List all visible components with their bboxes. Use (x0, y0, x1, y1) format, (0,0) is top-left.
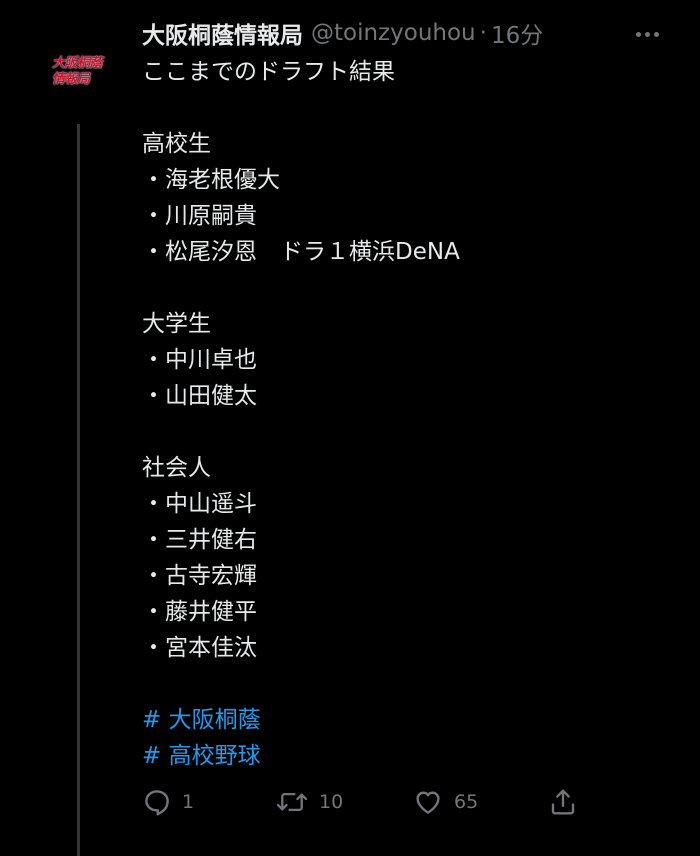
thread-line (77, 124, 80, 856)
reply-button[interactable]: 1 (142, 784, 194, 820)
player-item: ・藤井健平 (142, 599, 257, 625)
hashtag-link[interactable]: # 高校野球 (142, 738, 682, 774)
retweet-button[interactable]: 10 (275, 784, 343, 820)
reply-icon (145, 790, 169, 816)
section-heading: 社会人 (142, 455, 211, 481)
more-options-icon[interactable] (636, 24, 670, 44)
hashtag-link[interactable]: # 大阪桐蔭 (142, 702, 682, 738)
share-icon (551, 789, 575, 815)
section-heading: 大学生 (142, 311, 211, 337)
share-button[interactable] (548, 784, 578, 820)
tweet-body: ここまでのドラフト結果 高校生 ・海老根優大 ・川原嗣貴 ・松尾汐恩 ドラ１横浜… (142, 54, 682, 774)
separator-dot: · (479, 20, 487, 46)
player-item: ・松尾汐恩 ドラ１横浜DeNA (142, 239, 460, 265)
timestamp[interactable]: 16分 (491, 16, 543, 50)
player-item: ・海老根優大 (142, 167, 280, 193)
display-name[interactable]: 大阪桐蔭情報局 (142, 16, 303, 50)
player-item: ・川原嗣貴 (142, 203, 257, 229)
tweet-header: 大阪桐蔭情報局 @toinzyouhou · 16分 (142, 16, 543, 50)
player-item: ・中山遥斗 (142, 491, 257, 517)
avatar-logo-text-2: 情報局 (52, 72, 90, 87)
reply-count: 1 (182, 791, 195, 813)
player-item: ・宮本佳汰 (142, 635, 257, 661)
retweet-icon (276, 792, 308, 812)
like-button[interactable]: 65 (412, 784, 478, 820)
player-item: ・三井健右 (142, 527, 257, 553)
player-item: ・古寺宏輝 (142, 563, 257, 589)
section-heading: 高校生 (142, 131, 211, 157)
player-item: ・山田健太 (142, 383, 257, 409)
avatar[interactable]: 大阪桐蔭 情報局 (44, 48, 122, 90)
like-count: 65 (454, 791, 479, 813)
heart-icon (416, 791, 440, 814)
tweet-intro: ここまでのドラフト結果 (142, 59, 395, 85)
retweet-count: 10 (319, 791, 344, 813)
user-handle[interactable]: @toinzyouhou (311, 20, 476, 46)
player-item: ・中川卓也 (142, 347, 257, 373)
action-bar: 1 10 65 (142, 784, 592, 820)
